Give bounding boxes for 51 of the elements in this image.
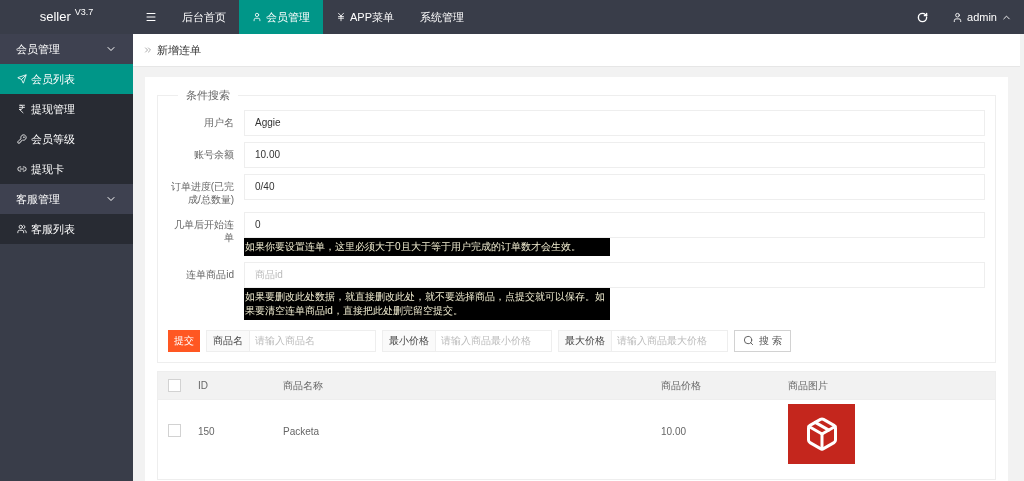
search-icon — [743, 335, 754, 346]
sidebar-item[interactable]: 提现管理 — [0, 94, 133, 124]
sidebar-item[interactable]: 会员等级 — [0, 124, 133, 154]
yen-icon — [336, 12, 346, 22]
brand-name: seller — [39, 8, 71, 27]
sidebar-group[interactable]: 会员管理 — [0, 34, 133, 64]
table-cell: Packeta — [283, 425, 320, 437]
column-header: 商品价格 — [661, 379, 701, 391]
filter-label: 最小价格 — [382, 329, 436, 352]
field-label: 订单进度(已完成/总数量) — [169, 179, 235, 206]
filter-label: 最大价格 — [558, 329, 612, 352]
table-cell: 10.00 — [661, 425, 687, 437]
column-header: 商品图片 — [788, 379, 828, 391]
item-icon — [17, 134, 27, 144]
breadcrumb-icon — [143, 45, 153, 55]
item-icon — [17, 104, 27, 114]
checkbox[interactable] — [168, 423, 181, 437]
text-input[interactable]: 0 — [244, 211, 985, 238]
user-icon — [252, 12, 262, 22]
sidebar-item[interactable]: 提现卡 — [0, 154, 133, 184]
sidebar-group[interactable]: 客服管理 — [0, 184, 133, 214]
filter-label: 商品名 — [206, 329, 250, 352]
user-icon — [952, 11, 964, 23]
field-label: 几单后开始连单 — [173, 217, 235, 244]
field-label: 用户名 — [203, 115, 235, 129]
search-button[interactable]: 搜 索 — [734, 329, 791, 352]
nav-tab[interactable]: 系统管理 — [407, 0, 477, 34]
field-label: 连单商品id — [185, 267, 235, 281]
text-input[interactable]: Aggie — [244, 109, 985, 136]
version-label: V3.7 — [74, 6, 94, 20]
column-header: 商品名称 — [283, 379, 323, 391]
field-label: 账号余额 — [193, 147, 235, 161]
text-input[interactable]: 0/40 — [244, 173, 985, 200]
breadcrumb: 新增连单 — [157, 42, 201, 58]
item-icon — [17, 74, 27, 84]
menu-icon — [145, 11, 157, 23]
item-icon — [17, 224, 27, 234]
item-icon — [17, 164, 27, 174]
nav-tab[interactable]: APP菜单 — [323, 0, 407, 34]
user-menu[interactable]: admin — [944, 0, 1024, 34]
nav-tab[interactable]: 会员管理 — [239, 0, 323, 34]
nav-tab[interactable]: 后台首页 — [169, 0, 239, 34]
column-header: ID — [198, 379, 208, 391]
text-input[interactable]: 10.00 — [244, 141, 985, 168]
refresh-icon — [917, 11, 929, 23]
fieldset-legend: 条件搜索 — [178, 87, 238, 104]
sidebar-item[interactable]: 客服列表 — [0, 214, 133, 244]
sidebar-item[interactable]: 会员列表 — [0, 64, 133, 94]
hint-tooltip: 如果要删改此处数据，就直接删改此处，就不要选择商品，点提交就可以保存。如果要清空连单商品id，直接把此处删完留空提交。 — [244, 287, 610, 320]
table-cell: 150 — [198, 425, 215, 437]
checkbox[interactable] — [168, 378, 181, 392]
